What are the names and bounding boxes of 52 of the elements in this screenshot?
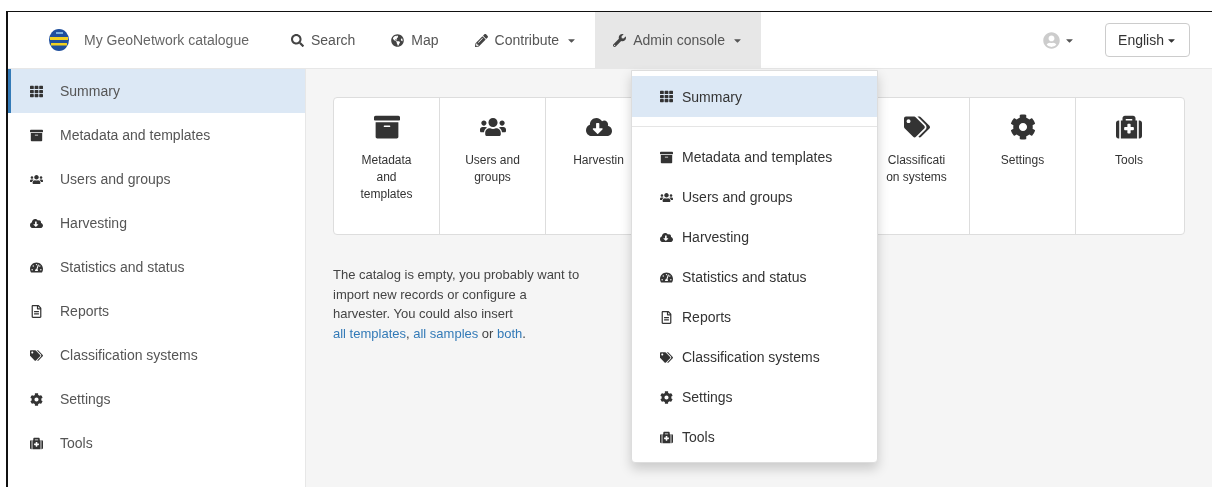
globe-logo-icon: [48, 28, 70, 52]
grid-icon: [30, 84, 43, 98]
menu-item[interactable]: Statistics and status: [632, 257, 877, 297]
admin-tile[interactable]: Metadata and templates: [334, 98, 440, 234]
search-icon: [290, 33, 304, 47]
menu-item[interactable]: Harvesting: [632, 217, 877, 257]
menu-item[interactable]: Users and groups: [632, 177, 877, 217]
insert-link[interactable]: all templates: [333, 325, 406, 341]
gauge-icon: [30, 260, 43, 274]
settings-icon: [1009, 114, 1036, 140]
settings-icon: [30, 392, 43, 406]
wrench-icon: [613, 33, 627, 47]
admin-tile[interactable]: Settings: [970, 98, 1076, 234]
nav-link[interactable]: Search: [272, 12, 374, 68]
brand-title: My GeoNetwork catalogue: [84, 32, 249, 48]
pencil-icon: [474, 33, 488, 47]
document-icon: [660, 310, 673, 324]
menu-item[interactable]: Settings: [632, 377, 877, 417]
tags-icon: [30, 348, 43, 362]
menu-item[interactable]: Tools: [632, 417, 877, 457]
gauge-icon: [660, 270, 673, 284]
menu-item[interactable]: Classification systems: [632, 337, 877, 377]
admin-tile[interactable]: Users and groups: [440, 98, 546, 234]
archive-box-icon: [660, 150, 673, 164]
archive-box-icon: [30, 128, 43, 142]
archive-box-icon: [373, 114, 400, 140]
sidebar-item[interactable]: Summary: [8, 69, 305, 113]
nav-link[interactable]: Map: [373, 12, 457, 68]
menu-item[interactable]: Metadata and templates: [632, 137, 877, 177]
users-icon: [660, 190, 673, 204]
user-menu-button[interactable]: [1043, 31, 1076, 49]
medkit-icon: [660, 430, 673, 444]
grid-icon: [660, 90, 673, 103]
medkit-icon: [1116, 114, 1142, 140]
empty-catalog-message: The catalog is empty, you probably want to import new records or configure a harvester. You could also insert all templates, all samples or both.: [333, 266, 581, 343]
tags-icon: [660, 350, 673, 364]
tags-icon: [903, 114, 930, 140]
insert-link[interactable]: all samples: [413, 325, 479, 341]
nav-link[interactable]: Contribute: [456, 12, 596, 68]
admin-tile[interactable]: Tools: [1076, 98, 1182, 234]
cloud-download-icon: [30, 216, 43, 230]
settings-icon: [660, 390, 673, 404]
menu-item[interactable]: Summary: [632, 76, 877, 117]
user-avatar-icon: [1043, 31, 1061, 49]
language-button[interactable]: English: [1105, 23, 1190, 57]
menu-item[interactable]: Reports: [632, 297, 877, 337]
document-icon: [30, 304, 43, 318]
nav-link[interactable]: Admin console: [595, 12, 761, 68]
medkit-icon: [30, 436, 43, 450]
cloud-download-icon: [660, 230, 673, 244]
users-icon: [30, 172, 43, 186]
globe-icon: [391, 33, 405, 47]
